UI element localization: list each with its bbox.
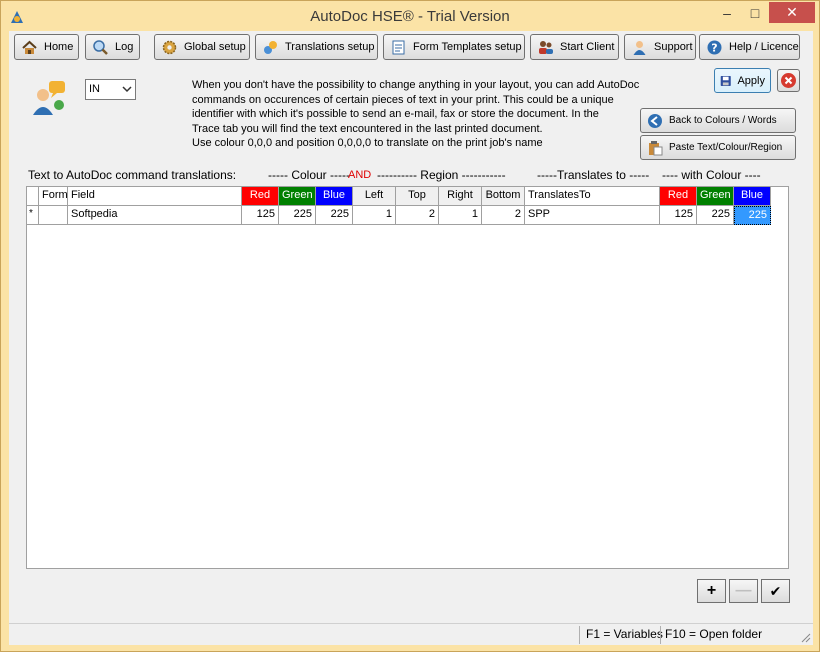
main-panel: Home Log Global setup Translations setup… [9,31,813,645]
legend-prefix: Text to AutoDoc command translations: [28,168,237,182]
form-templates-setup-label: Form Templates setup [413,41,522,53]
help-line: Trace tab you will find the text encount… [192,122,543,135]
magnifier-icon [93,39,108,55]
start-client-button[interactable]: Start Client [530,34,619,60]
house-icon [22,40,37,54]
minimize-button[interactable]: – [713,2,741,23]
direction-select[interactable]: IN [85,79,136,100]
cell-right[interactable]: 1 [439,206,482,225]
help-line: commands on occurences of certain pieces… [192,93,614,106]
back-to-colours-button[interactable]: Back to Colours / Words [640,108,796,133]
form-icon [392,40,405,54]
users-icon [539,40,553,54]
column-header-form[interactable]: Form [39,187,68,206]
help-line: Use colour 0,0,0 and position 0,0,0,0 to… [192,137,543,149]
start-client-label: Start Client [560,41,615,53]
back-to-colours-label: Back to Colours / Words [669,115,777,126]
column-header-red[interactable]: Red [242,187,279,206]
chevron-down-icon [122,86,132,93]
legend-translates: -----Translates to ----- [537,168,650,182]
window-title: AutoDoc HSE® - Trial Version [310,8,510,25]
back-arrow-icon [648,113,662,128]
maximize-button[interactable]: □ [741,2,769,23]
help-icon: ? [707,40,722,54]
cell-bottom[interactable]: 2 [482,206,525,225]
support-button[interactable]: Support [624,34,696,60]
legend-and: AND [348,169,372,181]
app-window: AutoDoc HSE® - Trial Version – □ ✕ Home … [0,0,820,652]
cell-left[interactable]: 1 [353,206,396,225]
legend-with-colour: ---- with Colour ---- [662,168,761,182]
cell-red[interactable]: 125 [242,206,279,225]
help-licence-button[interactable]: ? Help / Licence [699,34,800,60]
post-row-button[interactable]: ✔ [761,579,790,603]
floppy-disk-icon [720,75,731,86]
row-indicator-header [27,187,39,206]
translations-setup-label: Translations setup [285,41,375,53]
column-header-target-green[interactable]: Green [697,187,734,206]
global-setup-button[interactable]: Global setup [154,34,250,60]
new-row-indicator: * [27,206,39,225]
apply-label: Apply [737,74,765,87]
close-window-button[interactable]: ✕ [769,2,815,23]
translate-icon [264,40,277,54]
direction-select-value: IN [89,83,100,95]
help-licence-label: Help / Licence [729,41,799,53]
column-header-target-red[interactable]: Red [660,187,697,206]
form-templates-setup-button[interactable]: Form Templates setup [383,34,525,60]
log-button[interactable]: Log [85,34,140,60]
support-user-icon [633,40,646,55]
svg-text:?: ? [711,41,717,54]
column-header-target-blue[interactable]: Blue [734,187,771,206]
cell-form[interactable] [39,206,68,225]
status-variables: F1 = Variables [586,627,663,641]
paste-button[interactable]: Paste Text/Colour/Region [640,135,796,160]
status-divider [660,626,661,644]
home-label: Home [44,41,74,53]
column-header-bottom[interactable]: Bottom [482,187,525,206]
cell-field[interactable]: Softpedia [68,206,242,225]
clipboard-icon [649,140,663,155]
translations-table[interactable]: Form Field Red Green Blue Left Top Right… [26,186,789,569]
delete-row-button[interactable]: — [729,579,758,603]
gear-icon [162,40,177,54]
cell-green[interactable]: 225 [279,206,316,225]
status-open-folder: F10 = Open folder [665,627,763,641]
status-divider [579,626,580,644]
title-bar: AutoDoc HSE® - Trial Version – □ ✕ [1,1,819,31]
column-header-left[interactable]: Left [353,187,396,206]
resize-grip-icon[interactable] [801,633,811,643]
apply-button[interactable]: Apply [714,68,771,93]
cancel-button[interactable] [777,69,800,92]
cell-top[interactable]: 2 [396,206,439,225]
cell-target-blue[interactable]: 225 [734,206,771,225]
paste-label: Paste Text/Colour/Region [669,142,783,153]
support-label: Support [654,41,693,53]
translations-setup-button[interactable]: Translations setup [255,34,378,60]
log-label: Log [115,41,134,53]
legend-region: ---------- Region ----------- [377,168,506,182]
cell-target-green[interactable]: 225 [697,206,734,225]
add-row-button[interactable]: + [697,579,726,603]
cell-translates-to[interactable]: SPP [525,206,660,225]
home-button[interactable]: Home [14,34,79,60]
help-line: When you don't have the possibility to c… [192,79,640,91]
cell-target-red[interactable]: 125 [660,206,697,225]
legend-colour: ----- Colour ----- [268,168,350,182]
help-description: When you don't have the possibility to c… [192,78,647,151]
status-bar: F1 = Variables F10 = Open folder [9,623,813,645]
column-header-blue[interactable]: Blue [316,187,353,206]
help-line: identifier with which it's possible to s… [192,108,599,120]
column-header-translates-to[interactable]: TranslatesTo [525,187,660,206]
global-setup-label: Global setup [184,41,246,53]
table-row[interactable]: * Softpedia 125 225 225 1 2 1 2 SPP 125 … [27,206,788,225]
table-header-row: Form Field Red Green Blue Left Top Right… [27,187,788,206]
column-header-green[interactable]: Green [279,187,316,206]
translation-users-icon [33,81,65,115]
column-header-top[interactable]: Top [396,187,439,206]
cell-blue[interactable]: 225 [316,206,353,225]
column-header-right[interactable]: Right [439,187,482,206]
close-icon [781,73,796,88]
column-header-field[interactable]: Field [68,187,242,206]
